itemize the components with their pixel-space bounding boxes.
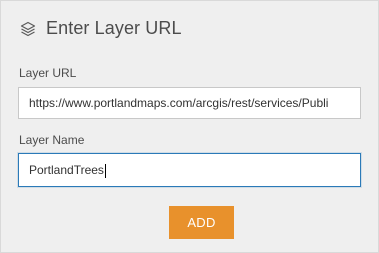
add-button[interactable]: ADD <box>169 206 234 239</box>
layer-url-label: Layer URL <box>19 66 77 80</box>
layer-name-label: Layer Name <box>19 133 85 147</box>
text-caret <box>104 163 106 178</box>
panel-title: Enter Layer URL <box>46 18 182 38</box>
panel-header: Enter Layer URL <box>19 18 182 39</box>
layers-icon <box>19 20 37 38</box>
layer-name-value: PortlandTrees <box>29 163 104 177</box>
layer-name-input[interactable]: PortlandTrees <box>18 153 361 187</box>
add-layer-panel: Enter Layer URL Layer URL https://www.po… <box>0 0 379 253</box>
layer-url-input[interactable]: https://www.portlandmaps.com/arcgis/rest… <box>18 87 361 119</box>
layer-url-value: https://www.portlandmaps.com/arcgis/rest… <box>29 96 329 110</box>
